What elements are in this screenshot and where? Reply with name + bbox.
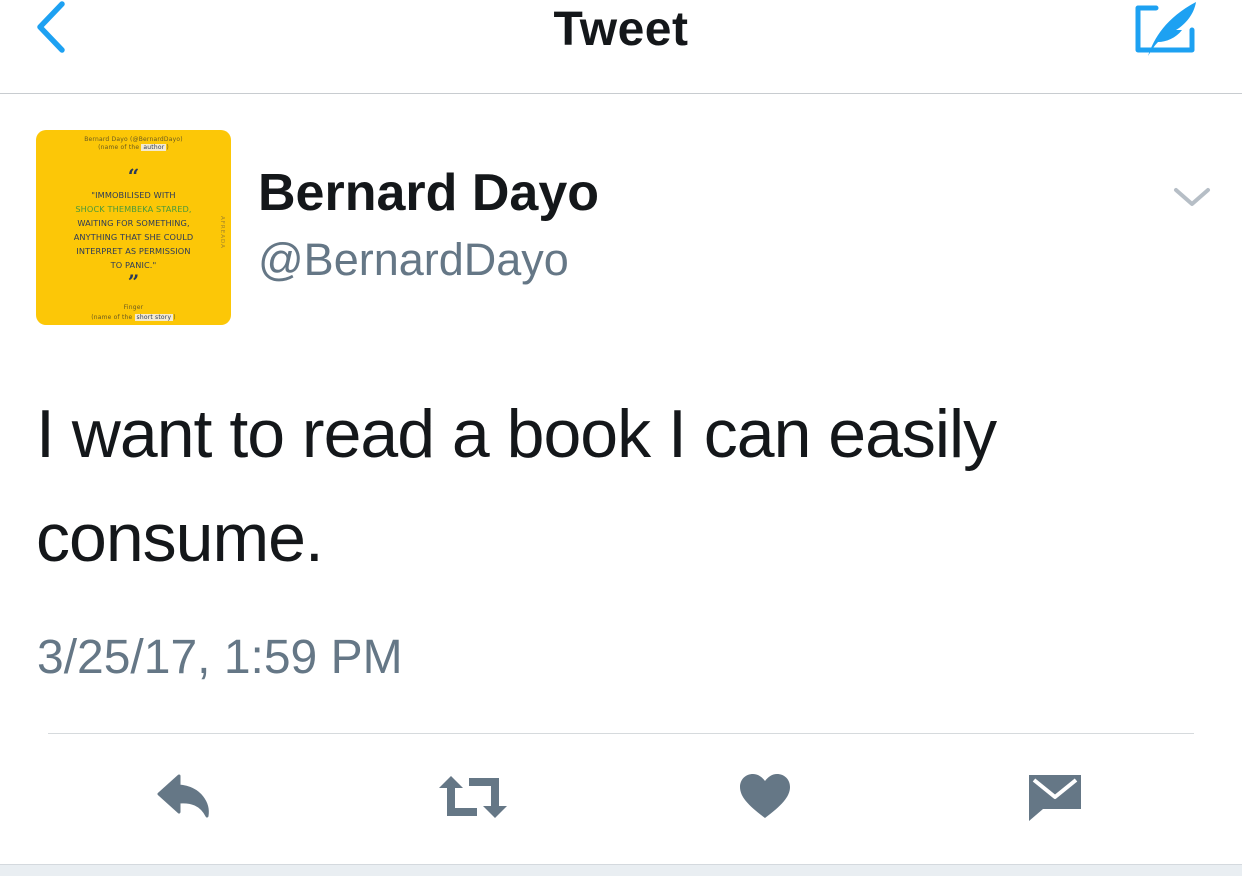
avatar-quote-line: ANYTHING THAT SHE COULD [73, 232, 194, 242]
avatar-quote-line: TO PANIC." [110, 260, 157, 270]
author-handle[interactable]: @BernardDayo [258, 234, 569, 286]
direct-message-button[interactable] [1010, 762, 1100, 832]
avatar-author-note: (name of the author) [98, 144, 169, 151]
avatar-story-line: Finger [123, 304, 144, 311]
avatar-quote-line: "IMMOBILISED WITH [91, 190, 176, 200]
avatar-open-quote: “ [127, 164, 140, 188]
compose-tweet-icon [1135, 2, 1196, 56]
author-display-name[interactable]: Bernard Dayo [258, 163, 599, 223]
avatar-story-note: (name of the short story) [91, 314, 176, 321]
reply-button[interactable] [140, 762, 230, 832]
avatar-close-quote: ” [127, 270, 140, 294]
avatar-quote-line: INTERPRET AS PERMISSION [76, 246, 191, 256]
bottom-strip [0, 864, 1242, 876]
nav-bar: Tweet [0, 0, 1242, 94]
heart-icon [740, 774, 790, 818]
avatar-side-label: AFREADA [219, 216, 225, 249]
envelope-icon [1029, 775, 1081, 821]
reply-icon [157, 774, 209, 818]
tweet-menu-button[interactable] [1170, 180, 1214, 214]
retweet-button[interactable] [428, 762, 518, 832]
compose-tweet-button[interactable] [1128, 0, 1200, 60]
tweet-text: I want to read a book I can easily consu… [36, 396, 997, 576]
tweet-timestamp: 3/25/17, 1:59 PM [37, 631, 403, 684]
avatar-author-line: Bernard Dayo (@BernardDayo) [84, 136, 183, 143]
retweet-icon [439, 776, 507, 818]
divider [48, 733, 1194, 734]
page-title: Tweet [553, 3, 689, 56]
chevron-down-icon [1174, 188, 1210, 206]
avatar[interactable]: Bernard Dayo (@BernardDayo) (name of the… [36, 130, 231, 325]
avatar-quote-line: SHOCK THEMBEKA STARED, [75, 204, 192, 214]
avatar-quote-line: WAITING FOR SOMETHING, [77, 218, 190, 228]
like-button[interactable] [720, 762, 810, 832]
